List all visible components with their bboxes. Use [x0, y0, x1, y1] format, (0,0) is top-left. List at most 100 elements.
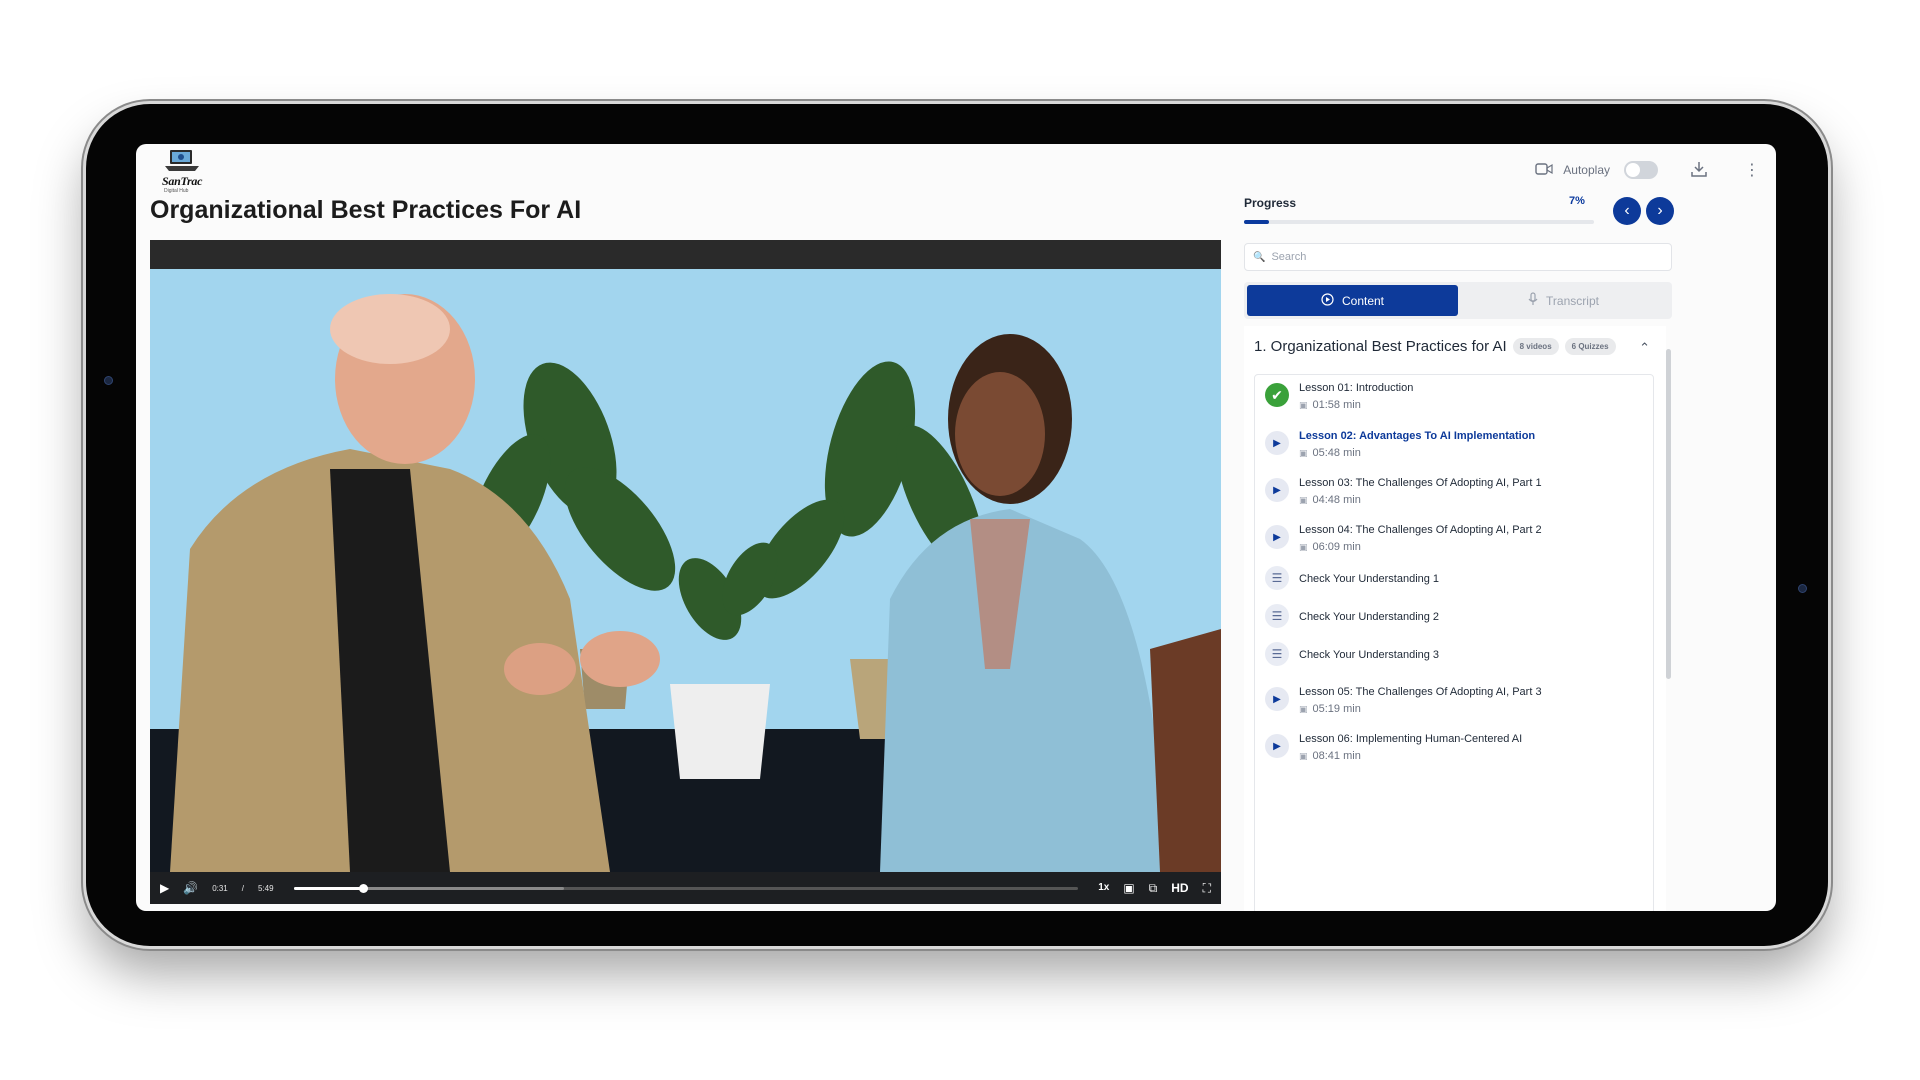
progress-bar: [1244, 220, 1594, 224]
quiz-item[interactable]: ☰ Check Your Understanding 1: [1255, 566, 1653, 590]
check-circle-icon: ✔: [1265, 383, 1289, 407]
logo-subtitle: Digital Hub: [164, 188, 189, 194]
top-toolbar: Autoplay ⋮: [1535, 156, 1776, 184]
play-icon: ▶: [1265, 525, 1289, 549]
play-icon: ▶: [1265, 478, 1289, 502]
video-camera-icon: ▣: [1299, 399, 1308, 410]
lesson-item[interactable]: ▶ Lesson 04: The Challenges Of Adopting A…: [1255, 523, 1653, 553]
next-lesson-button[interactable]: ›: [1646, 197, 1674, 225]
laptop-logo-icon: [165, 150, 199, 171]
progress-label: Progress: [1244, 196, 1297, 210]
seek-played: [293, 886, 364, 890]
progress-percent: 7%: [1569, 195, 1585, 207]
video-player[interactable]: ▶ 🔊 0:31 / 5:49 1x ▣ ⧉ HD ⛶: [150, 240, 1221, 904]
section-header[interactable]: 1. Organizational Best Practices for AI …: [1254, 338, 1616, 355]
lesson-title: Lesson 05: The Challenges Of Adopting AI…: [1299, 686, 1542, 698]
progress-bar-fill: [1244, 220, 1269, 224]
video-camera-icon: ▣: [1299, 703, 1308, 714]
playback-speed-button[interactable]: 1x: [1098, 883, 1109, 893]
play-circle-icon: [1321, 292, 1334, 309]
autoplay-toggle[interactable]: [1624, 161, 1658, 179]
seek-handle[interactable]: [359, 883, 369, 893]
lesson-meta: ▣ 06:09 min: [1299, 541, 1542, 553]
page-title: Organizational Best Practices For AI: [150, 196, 582, 224]
video-camera-icon: ▣: [1299, 541, 1308, 552]
lesson-meta: ▣ 04:48 min: [1299, 494, 1542, 506]
quiz-document-icon: ☰: [1265, 642, 1289, 666]
quizzes-count-badge: 6 Quizzes: [1564, 338, 1616, 355]
lesson-duration: 05:48 min: [1312, 447, 1361, 459]
lesson-title: Check Your Understanding 1: [1299, 573, 1440, 585]
current-time: 0:31: [212, 883, 228, 893]
player-controls: ▶ 🔊 0:31 / 5:49 1x ▣ ⧉ HD ⛶: [150, 872, 1221, 904]
video-camera-icon: ▣: [1299, 447, 1308, 458]
autoplay-label: Autoplay: [1563, 163, 1610, 177]
search-input[interactable]: [1271, 251, 1652, 263]
lesson-text: Lesson 05: The Challenges Of Adopting AI…: [1299, 685, 1542, 715]
seek-bar[interactable]: [293, 883, 1079, 893]
lesson-item[interactable]: ▶ Lesson 03: The Challenges Of Adopting A…: [1255, 476, 1653, 506]
previous-lesson-button[interactable]: ‹: [1613, 197, 1641, 225]
lesson-title: Check Your Understanding 3: [1299, 649, 1440, 661]
lesson-text: Check Your Understanding 2: [1299, 610, 1439, 624]
quality-button[interactable]: HD: [1171, 882, 1188, 894]
quiz-document-icon: ☰: [1265, 604, 1289, 628]
chevron-up-icon[interactable]: ⌃: [1639, 340, 1650, 356]
lesson-list: ✔ Lesson 01: Introduction ▣ 01:58 min ▶ Lesso…: [1254, 374, 1654, 911]
captions-icon[interactable]: ▣: [1123, 882, 1134, 894]
chevron-left-icon: ‹: [1624, 202, 1630, 219]
video-frame[interactable]: [150, 269, 1221, 872]
video-scene-image: [150, 269, 1221, 872]
lesson-duration: 01:58 min: [1312, 399, 1361, 411]
lesson-text: Check Your Understanding 1: [1299, 572, 1439, 586]
section-title: 1. Organizational Best Practices for AI: [1254, 338, 1507, 355]
lesson-item[interactable]: ▶ Lesson 05: The Challenges Of Adopting A…: [1255, 685, 1653, 715]
video-camera-icon: [1535, 162, 1553, 178]
camera-dot: [104, 376, 113, 385]
lesson-text: Lesson 02: Advantages To AI Implementati…: [1299, 429, 1535, 459]
tablet-frame: SanTrac Digital Hub Organizational Best …: [86, 104, 1828, 946]
picture-in-picture-icon[interactable]: ⧉: [1149, 882, 1158, 894]
videos-count-badge: 8 videos: [1512, 338, 1559, 355]
lesson-text: Lesson 01: Introduction ▣ 01:58 min: [1299, 381, 1413, 411]
sensor-dot: [1798, 584, 1807, 593]
quiz-item[interactable]: ☰ Check Your Understanding 3: [1255, 642, 1653, 666]
search-box: 🔍: [1244, 243, 1672, 271]
lesson-item[interactable]: ▶ Lesson 02: Advantages To AI Implementat…: [1255, 429, 1653, 459]
app-screen: SanTrac Digital Hub Organizational Best …: [136, 144, 1776, 911]
tab-content[interactable]: Content: [1247, 285, 1458, 316]
video-camera-icon: ▣: [1299, 494, 1308, 505]
play-icon: ▶: [1265, 687, 1289, 711]
santrac-logo[interactable]: SanTrac Digital Hub: [152, 148, 216, 198]
player-top-bar: [150, 240, 1221, 269]
lesson-title: Check Your Understanding 2: [1299, 611, 1440, 623]
tab-transcript[interactable]: Transcript: [1458, 285, 1669, 316]
lesson-meta: ▣ 08:41 min: [1299, 750, 1522, 762]
play-icon: ▶: [1265, 734, 1289, 758]
lesson-title: Lesson 04: The Challenges Of Adopting AI…: [1299, 524, 1542, 536]
volume-icon[interactable]: 🔊: [183, 882, 198, 894]
lesson-title: Lesson 02: Advantages To AI Implementati…: [1299, 430, 1536, 442]
tab-content-label: Content: [1341, 293, 1385, 308]
play-icon[interactable]: ▶: [160, 882, 169, 894]
lesson-title: Lesson 03: The Challenges Of Adopting AI…: [1299, 477, 1542, 489]
lesson-text: Check Your Understanding 3: [1299, 648, 1439, 662]
lesson-text: Lesson 03: The Challenges Of Adopting AI…: [1299, 476, 1542, 506]
tab-bar: Content Transcript: [1244, 282, 1672, 319]
video-camera-icon: ▣: [1299, 750, 1308, 761]
fullscreen-icon[interactable]: ⛶: [1203, 882, 1211, 894]
scrollbar[interactable]: [1666, 349, 1671, 679]
lesson-duration: 06:09 min: [1312, 541, 1361, 553]
logo-wordmark: SanTrac: [162, 174, 203, 188]
quiz-document-icon: ☰: [1265, 566, 1289, 590]
chevron-right-icon: ›: [1657, 202, 1663, 219]
more-options-icon[interactable]: ⋮: [1744, 160, 1760, 180]
quiz-item[interactable]: ☰ Check Your Understanding 2: [1255, 604, 1653, 628]
lesson-item[interactable]: ▶ Lesson 06: Implementing Human-Centered …: [1255, 732, 1653, 762]
lesson-title: Lesson 01: Introduction: [1299, 382, 1414, 394]
course-section-panel: 1. Organizational Best Practices for AI …: [1244, 326, 1666, 911]
lesson-text: Lesson 04: The Challenges Of Adopting AI…: [1299, 523, 1542, 553]
lesson-duration: 04:48 min: [1312, 494, 1361, 506]
lesson-item[interactable]: ✔ Lesson 01: Introduction ▣ 01:58 min: [1255, 381, 1653, 411]
download-icon[interactable]: [1690, 160, 1708, 181]
